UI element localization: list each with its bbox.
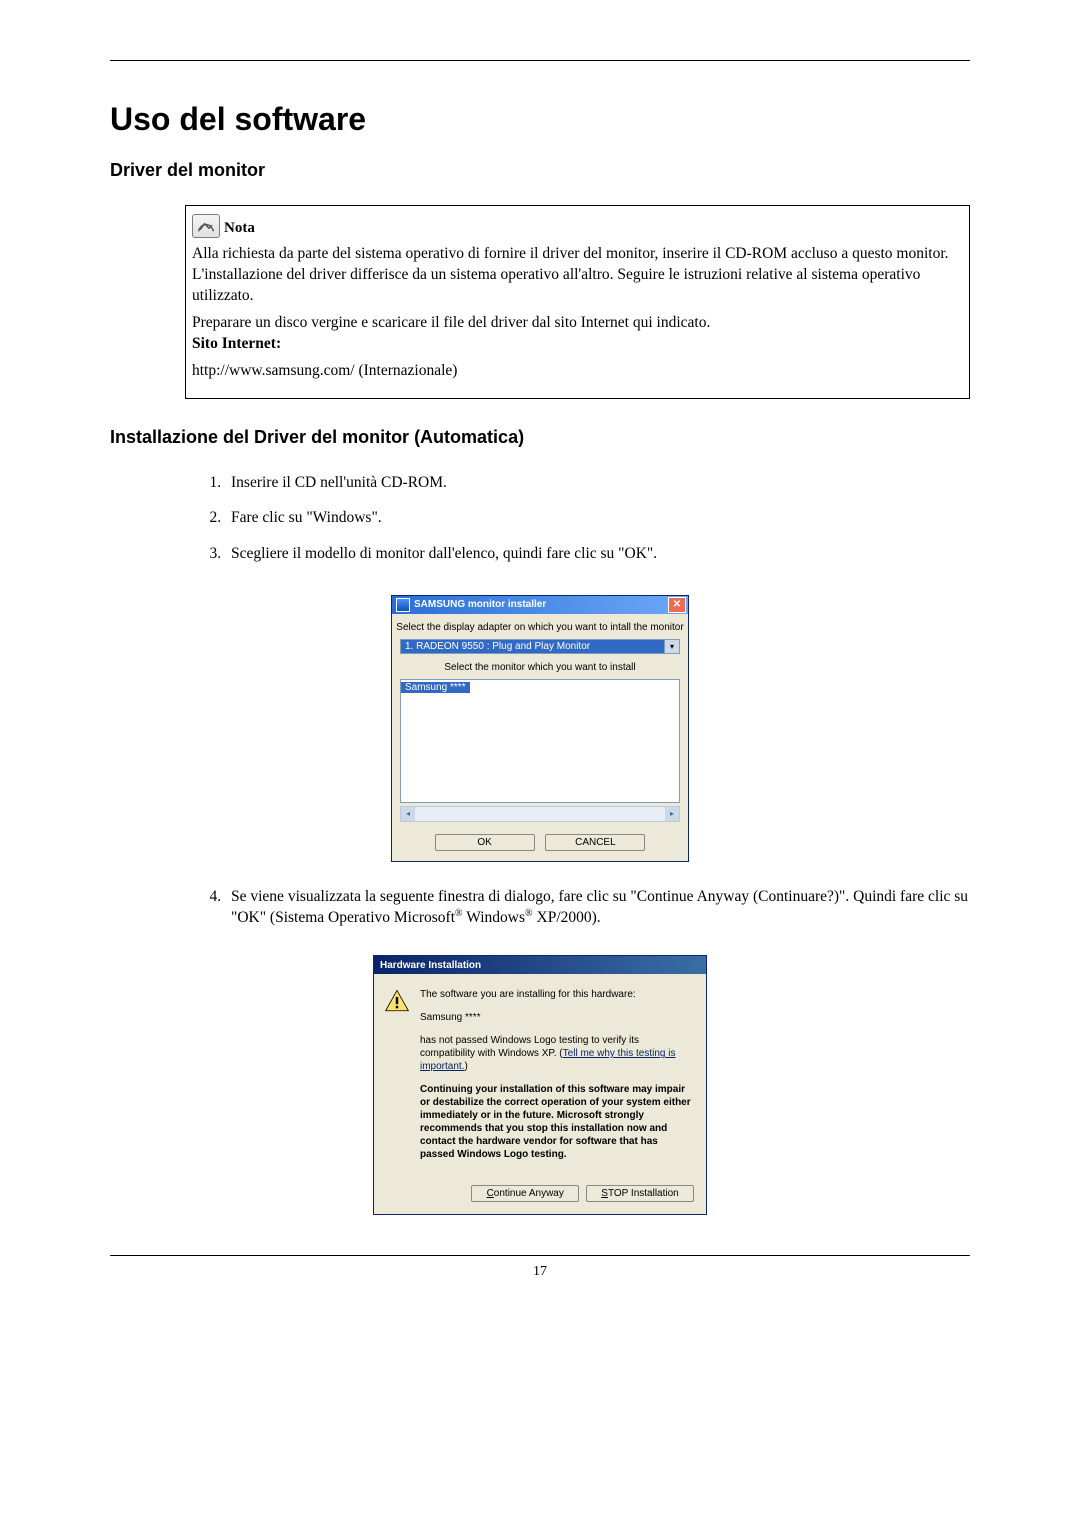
scroll-left-icon[interactable]: ◂ — [401, 807, 415, 821]
page-title: Uso del software — [110, 101, 970, 138]
window-title: SAMSUNG monitor installer — [414, 599, 546, 610]
samsung-installer-window: SAMSUNG monitor installer ✕ Select the d… — [391, 595, 689, 862]
top-rule — [110, 60, 970, 61]
horizontal-scrollbar[interactable]: ◂ ▸ — [400, 806, 680, 822]
hw-line3: has not passed Windows Logo testing to v… — [420, 1034, 692, 1073]
note-icon — [192, 214, 220, 238]
hw-line2: Samsung **** — [420, 1011, 692, 1024]
hw-line1: The software you are installing for this… — [420, 988, 692, 1001]
section-title-driver: Driver del monitor — [110, 160, 970, 181]
cancel-button[interactable]: CANCEL — [545, 834, 645, 851]
warning-icon — [384, 988, 410, 1014]
monitor-selected: Samsung **** — [401, 682, 470, 693]
note-box: Nota Alla richiesta da parte del sistema… — [185, 205, 970, 399]
step-3: Scegliere il modello di monitor dall'ele… — [225, 543, 970, 565]
continue-anyway-button[interactable]: Continue Anyway — [471, 1185, 579, 1202]
instructions-list-cont: Se viene visualizzata la seguente finest… — [185, 886, 970, 930]
chevron-down-icon[interactable]: ▾ — [664, 640, 679, 653]
instructions-list: Inserire il CD nell'unità CD-ROM. Fare c… — [185, 472, 970, 565]
step-4: Se viene visualizzata la seguente finest… — [225, 886, 970, 930]
prompt-adapter: Select the display adapter on which you … — [396, 622, 684, 633]
bottom-rule — [110, 1255, 970, 1256]
hw-warning-bold: Continuing your installation of this sof… — [420, 1083, 692, 1161]
close-button[interactable]: ✕ — [668, 597, 686, 613]
app-icon — [396, 598, 410, 612]
note-paragraph-2: Preparare un disco vergine e scaricare i… — [192, 314, 710, 331]
hw-titlebar: Hardware Installation — [374, 956, 706, 974]
step-2: Fare clic su "Windows". — [225, 507, 970, 529]
hw-window-title: Hardware Installation — [380, 960, 481, 971]
step-1: Inserire il CD nell'unità CD-ROM. — [225, 472, 970, 494]
stop-installation-button[interactable]: STOP Installation — [586, 1185, 694, 1202]
scroll-right-icon[interactable]: ▸ — [665, 807, 679, 821]
site-internet-label: Sito Internet: — [192, 335, 281, 352]
adapter-combobox[interactable]: 1. RADEON 9550 : Plug and Play Monitor ▾ — [400, 639, 680, 654]
note-paragraph-1: Alla richiesta da parte del sistema oper… — [192, 244, 961, 307]
monitor-listbox[interactable]: Samsung **** — [400, 679, 680, 803]
page-number: 17 — [110, 1264, 970, 1280]
titlebar: SAMSUNG monitor installer ✕ — [392, 596, 688, 614]
site-internet-url: http://www.samsung.com/ (Internazionale) — [192, 361, 961, 382]
prompt-monitor: Select the monitor which you want to ins… — [396, 662, 684, 673]
adapter-selected: 1. RADEON 9550 : Plug and Play Monitor — [401, 640, 664, 653]
ok-button[interactable]: OK — [435, 834, 535, 851]
hardware-installation-window: Hardware Installation The software you a… — [373, 955, 707, 1215]
section-title-install: Installazione del Driver del monitor (Au… — [110, 427, 970, 448]
note-label: Nota — [224, 218, 255, 238]
